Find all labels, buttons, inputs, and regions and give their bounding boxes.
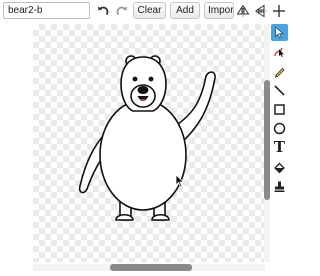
set-costume-center-icon [273,4,285,17]
reshape-icon [274,47,284,57]
tool-fill[interactable] [271,159,288,176]
redo-icon [116,6,127,15]
add-button[interactable]: Add [170,2,200,19]
flip-vertical-icon [255,4,267,17]
paint-canvas[interactable] [33,24,265,262]
ellipse-icon [273,122,286,135]
set-costume-center-button[interactable] [272,2,286,19]
line-icon [274,85,285,96]
undo-button[interactable] [95,2,111,19]
tool-rectangle[interactable] [271,101,288,118]
tool-stamp[interactable] [271,178,288,195]
clear-button[interactable]: Clear [133,2,166,19]
tool-pencil[interactable] [271,63,288,80]
text-tool-label: T [273,138,286,156]
tool-text[interactable]: T [271,139,288,156]
import-button[interactable]: Import [204,2,234,19]
flip-horizontal-icon [236,4,250,16]
tool-select[interactable] [271,24,288,41]
costume-editor-topbar: Clear Add Import [0,0,291,22]
flip-vertical-button[interactable] [254,2,268,19]
mouse-pointer-icon [175,174,185,188]
horizontal-scrollbar-thumb[interactable] [110,264,192,271]
costume-name-input[interactable] [3,2,90,19]
redo-button[interactable] [114,2,130,19]
paint-bucket-icon [274,162,285,174]
vertical-scrollbar-thumb[interactable] [264,80,270,200]
tool-reshape[interactable] [271,43,288,60]
arrow-select-icon [275,26,285,39]
stamp-icon [274,181,285,192]
pencil-icon [274,67,285,78]
tool-line[interactable] [271,82,288,99]
bear-costume-drawing [78,55,216,221]
flip-horizontal-button[interactable] [236,2,250,19]
tool-ellipse[interactable] [271,120,288,137]
undo-icon [98,6,109,15]
rectangle-icon [274,104,285,115]
